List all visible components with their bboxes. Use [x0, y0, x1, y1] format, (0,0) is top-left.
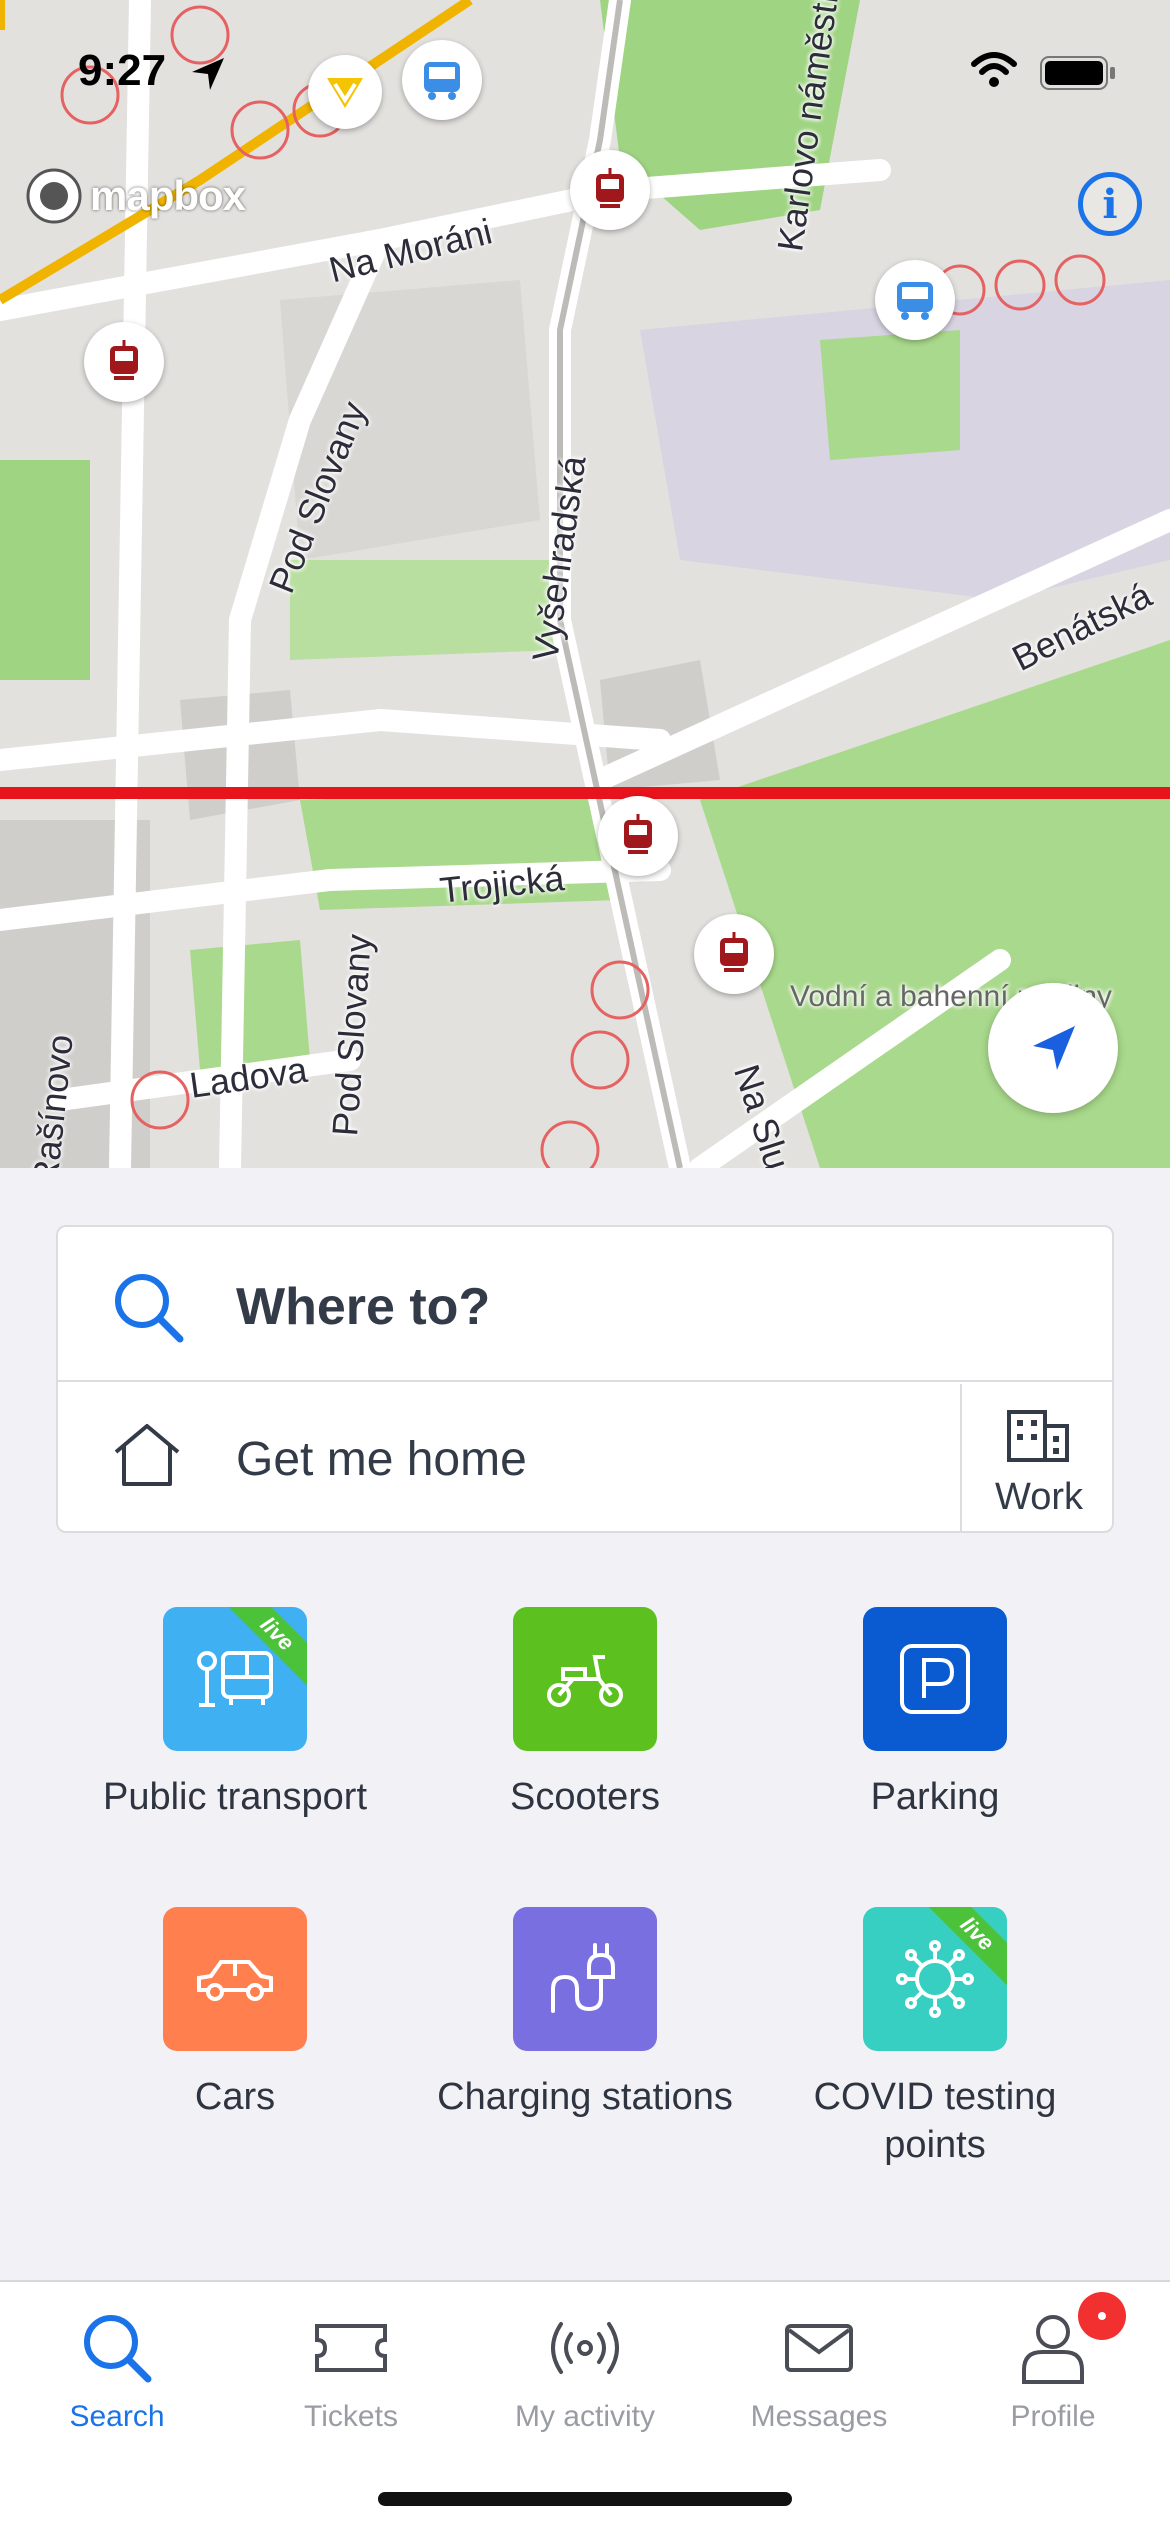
status-bar: 9:27 — [0, 0, 1170, 150]
navigation-arrow-icon — [1033, 1026, 1075, 1070]
notification-badge — [1078, 2292, 1126, 2340]
tab-search[interactable]: Search — [0, 2308, 234, 2434]
tab-label: Tickets — [304, 2400, 398, 2433]
bus-stop-icon — [197, 1651, 273, 1707]
work-label: Work — [995, 1476, 1083, 1518]
office-building-icon — [1007, 1410, 1069, 1462]
bus-stop-icon[interactable] — [875, 260, 955, 340]
category-parking[interactable]: Parking — [765, 1607, 1105, 1821]
route-line — [0, 787, 1170, 799]
category-public-transport[interactable]: live Public transport — [65, 1607, 405, 1821]
mapbox-attribution: mapbox — [90, 172, 246, 219]
category-label: COVID testing points — [813, 2076, 1057, 2166]
mapbox-mark-icon — [26, 168, 82, 224]
scooter-icon — [547, 1655, 623, 1707]
person-icon — [1022, 2315, 1084, 2384]
ticket-icon — [315, 2324, 387, 2372]
search-icon — [84, 2315, 152, 2383]
info-icon: i — [1102, 180, 1118, 228]
wifi-icon — [971, 52, 1017, 87]
location-arrow-icon — [192, 58, 224, 90]
search-placeholder: Where to? — [236, 1278, 491, 1336]
map-view[interactable]: Na Moráni Karlovo náměstí Pod Slovany Vy… — [0, 0, 1170, 1168]
get-me-home-button[interactable]: Get me home — [58, 1384, 958, 1533]
locate-me-button[interactable] — [988, 983, 1118, 1113]
car-icon — [197, 1960, 273, 2001]
category-covid-testing-points[interactable]: live COVID testing points — [765, 1907, 1105, 2169]
map-info-button[interactable]: i — [1078, 172, 1142, 236]
tram-stop-icon[interactable] — [598, 796, 678, 876]
broadcast-icon — [551, 2322, 619, 2374]
parking-icon — [900, 1644, 970, 1714]
virus-icon — [896, 1940, 974, 2018]
category-label: Scooters — [510, 1776, 660, 1818]
tab-profile[interactable]: Profile — [936, 2308, 1170, 2434]
tab-tickets[interactable]: Tickets — [234, 2308, 468, 2434]
home-icon — [114, 1424, 180, 1486]
tram-stop-icon[interactable] — [84, 322, 164, 402]
search-card: Where to? Get me home Work — [56, 1225, 1114, 1533]
tab-label: Profile — [1010, 2400, 1096, 2433]
tab-my-activity[interactable]: My activity — [468, 2308, 702, 2434]
category-cars[interactable]: Cars — [65, 1907, 405, 2121]
battery-icon — [1040, 56, 1115, 90]
search-icon — [115, 1274, 184, 1343]
home-indicator[interactable] — [378, 2492, 792, 2506]
tram-stop-icon[interactable] — [694, 914, 774, 994]
status-time: 9:27 — [78, 46, 167, 95]
category-label: Parking — [870, 1776, 1000, 1818]
mapbox-logo: mapbox — [24, 166, 246, 226]
tab-messages[interactable]: Messages — [702, 2308, 936, 2434]
category-label: Cars — [194, 2076, 276, 2118]
category-charging-stations[interactable]: Charging stations — [415, 1907, 755, 2121]
tab-label: Search — [69, 2400, 165, 2433]
tab-label: Messages — [750, 2400, 888, 2433]
where-to-search-field[interactable]: Where to? — [58, 1227, 1112, 1382]
tram-stop-icon[interactable] — [570, 150, 650, 230]
category-scooters[interactable]: Scooters — [415, 1607, 755, 1821]
tab-label: My activity — [514, 2400, 655, 2433]
category-label: Public transport — [102, 1776, 367, 1818]
envelope-icon — [785, 2324, 853, 2372]
get-me-home-label: Get me home — [236, 1433, 527, 1486]
plug-icon — [551, 1943, 615, 2013]
work-button[interactable]: Work — [960, 1384, 1114, 1533]
category-label: Charging stations — [437, 2076, 733, 2118]
